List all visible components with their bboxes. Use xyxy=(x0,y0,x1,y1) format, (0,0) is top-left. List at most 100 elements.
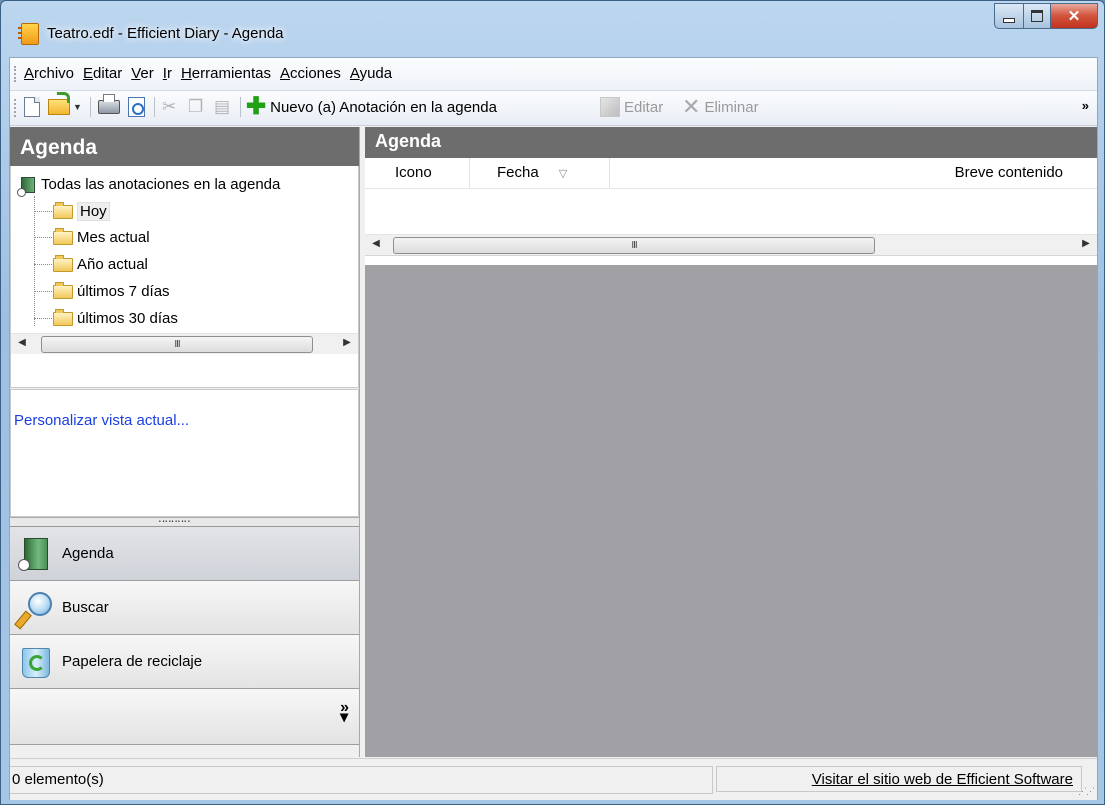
navigation-pane-header: Agenda xyxy=(10,127,359,166)
folder-icon xyxy=(53,281,73,299)
tree-item-label: Mes actual xyxy=(77,229,150,246)
edit-button[interactable]: Editar xyxy=(600,96,663,118)
edit-pencil-icon xyxy=(600,97,620,117)
recycle-bin-icon xyxy=(18,645,52,679)
nav-button-papelera[interactable]: Papelera de reciclaje xyxy=(10,635,359,689)
open-file-button[interactable]: ▼ xyxy=(48,92,82,118)
pane-splitter[interactable]: ‥‥‥‥‥ xyxy=(10,513,359,527)
content-pane: Agenda Icono Fecha ▽ Breve contenido ◀ II… xyxy=(365,127,1097,757)
print-button[interactable] xyxy=(98,94,120,118)
open-folder-icon xyxy=(48,92,70,115)
tree-item-mes-actual[interactable]: Mes actual xyxy=(34,227,150,246)
folder-tree: Todas las anotaciones en la agenda Hoy M… xyxy=(10,166,359,388)
tree-item-hoy[interactable]: Hoy xyxy=(34,201,110,221)
nav-button-label: Agenda xyxy=(62,545,114,562)
new-entry-button[interactable]: ✚ Nuevo (a) Anotación en la agenda xyxy=(246,93,497,120)
toolbar: ▼ ✂ ❐ ▤ ✚ Nuevo (a) Anotación en la agen… xyxy=(10,91,1097,126)
column-header-icono[interactable]: Icono xyxy=(365,158,470,188)
menu-acciones[interactable]: Acciones xyxy=(280,65,341,82)
toolbar-separator xyxy=(240,97,241,117)
tree-connector xyxy=(34,237,52,238)
new-document-icon xyxy=(24,97,40,117)
scroll-thumb[interactable]: III xyxy=(393,237,875,254)
tree-item-ano-actual[interactable]: Año actual xyxy=(34,254,148,273)
entry-preview-area xyxy=(365,267,1097,757)
scroll-right-arrow-icon[interactable]: ▶ xyxy=(340,337,354,348)
close-icon: ✕ xyxy=(1067,8,1081,25)
menu-editar[interactable]: Editar xyxy=(83,65,122,82)
tree-horizontal-scrollbar[interactable]: ◀ III ▶ xyxy=(11,333,358,354)
menu-grip[interactable] xyxy=(14,66,19,82)
tree-item-label: últimos 30 días xyxy=(77,310,178,327)
content-pane-title: Agenda xyxy=(375,131,442,151)
close-button[interactable]: ✕ xyxy=(1051,3,1098,29)
toolbar-separator xyxy=(154,97,155,117)
copy-button[interactable]: ❐ xyxy=(188,96,203,118)
cut-button[interactable]: ✂ xyxy=(162,96,176,118)
toolbar-overflow-button[interactable]: » xyxy=(1082,98,1089,113)
item-count-status: 0 elemento(s) xyxy=(10,766,713,794)
tree-item-label: Año actual xyxy=(77,256,148,273)
print-preview-icon xyxy=(128,97,145,117)
minimize-button[interactable] xyxy=(994,3,1024,29)
delete-button[interactable]: ✕ Eliminar xyxy=(682,96,759,118)
tree-connector xyxy=(34,318,52,319)
menu-ver[interactable]: Ver xyxy=(131,65,154,82)
toolbar-grip[interactable] xyxy=(14,99,19,117)
maximize-icon xyxy=(1031,10,1043,22)
diary-app-icon[interactable] xyxy=(18,23,39,45)
navigation-pane: Agenda Todas las anotaciones en la agend… xyxy=(10,127,360,757)
copy-icon: ❐ xyxy=(188,97,204,116)
folder-icon xyxy=(53,254,73,272)
column-header-breve-contenido[interactable]: Breve contenido xyxy=(609,158,1095,188)
scroll-left-arrow-icon[interactable]: ◀ xyxy=(15,337,29,348)
agenda-icon xyxy=(18,537,52,571)
navigation-pane-title: Agenda xyxy=(20,136,98,159)
menu-ir[interactable]: Ir xyxy=(163,65,172,82)
tree-item-ultimos-7-dias[interactable]: últimos 7 días xyxy=(34,281,170,300)
title-bar[interactable]: Teatro.edf - Efficient Diary - Agenda ✕ xyxy=(1,1,1104,55)
column-header-fecha[interactable]: Fecha ▽ xyxy=(469,158,610,188)
nav-overflow-bar: » ▾ xyxy=(10,689,359,745)
window-title: Teatro.edf - Efficient Diary - Agenda xyxy=(47,25,284,42)
configure-buttons-icon[interactable]: » ▾ xyxy=(340,700,349,726)
nav-button-agenda[interactable]: Agenda xyxy=(10,527,359,581)
sort-descending-icon: ▽ xyxy=(558,168,568,180)
dropdown-arrow-icon[interactable]: ▼ xyxy=(73,102,82,112)
client-area: Archivo Editar Ver Ir Herramientas Accio… xyxy=(9,57,1098,800)
search-icon xyxy=(14,591,52,629)
add-icon: ✚ xyxy=(246,93,267,120)
maximize-button[interactable] xyxy=(1024,3,1051,29)
menu-ayuda[interactable]: Ayuda xyxy=(350,65,392,82)
customize-view-link[interactable]: Personalizar vista actual... xyxy=(14,412,189,429)
window-controls: ✕ xyxy=(994,3,1098,29)
print-preview-button[interactable] xyxy=(128,96,145,118)
scroll-right-arrow-icon[interactable]: ▶ xyxy=(1079,238,1093,249)
visit-website-link[interactable]: Visitar el sitio web de Efficient Softwa… xyxy=(812,771,1073,788)
tree-root-item[interactable]: Todas las anotaciones en la agenda xyxy=(17,176,281,197)
nav-button-label: Papelera de reciclaje xyxy=(62,653,203,670)
tree-connector xyxy=(34,291,52,292)
resize-grip-icon[interactable]: ⋰⋰ xyxy=(1078,786,1095,797)
tree-item-ultimos-30-dias[interactable]: últimos 30 días xyxy=(34,308,178,327)
app-window: Teatro.edf - Efficient Diary - Agenda ✕ … xyxy=(0,0,1105,805)
paste-button[interactable]: ▤ xyxy=(214,96,230,118)
folder-open-icon xyxy=(53,201,73,219)
list-horizontal-scrollbar[interactable]: ◀ III ▶ xyxy=(365,234,1097,256)
paste-icon: ▤ xyxy=(214,97,231,116)
list-column-headers: Icono Fecha ▽ Breve contenido xyxy=(365,158,1097,189)
menu-archivo[interactable]: Archivo xyxy=(24,65,74,82)
content-pane-header: Agenda xyxy=(365,127,1097,158)
agenda-icon xyxy=(17,176,35,197)
scroll-left-arrow-icon[interactable]: ◀ xyxy=(369,238,383,249)
tree-root-label: Todas las anotaciones en la agenda xyxy=(41,176,281,193)
nav-button-buscar[interactable]: Buscar xyxy=(10,581,359,635)
new-file-button[interactable] xyxy=(24,96,40,118)
menu-herramientas[interactable]: Herramientas xyxy=(181,65,271,82)
tree-connector xyxy=(34,211,52,212)
scroll-thumb[interactable]: III xyxy=(41,336,313,353)
tree-item-label: últimos 7 días xyxy=(77,283,170,300)
minimize-icon xyxy=(1003,17,1015,23)
delete-label: Eliminar xyxy=(704,98,759,116)
delete-x-icon: ✕ xyxy=(682,94,701,119)
